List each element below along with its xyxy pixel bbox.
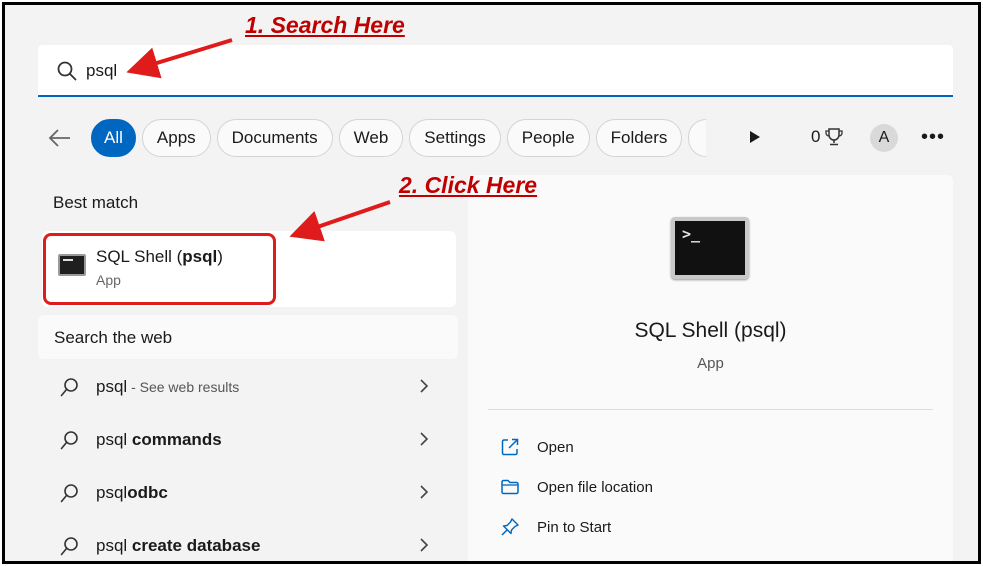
search-icon — [60, 537, 78, 556]
rewards-points[interactable]: 0 — [811, 127, 844, 147]
search-icon — [57, 61, 77, 81]
filter-people[interactable]: People — [506, 119, 590, 157]
search-bar[interactable] — [38, 45, 953, 97]
terminal-icon — [58, 254, 86, 276]
filter-bar: All Apps Documents Web Settings People F… — [45, 117, 712, 159]
search-window: All Apps Documents Web Settings People F… — [2, 2, 981, 564]
pin-to-start-action[interactable]: Pin to Start — [500, 515, 611, 539]
folder-icon — [501, 479, 519, 495]
web-result-item[interactable]: psql create database — [38, 520, 458, 561]
open-file-location-action[interactable]: Open file location — [500, 475, 653, 499]
search-input[interactable] — [86, 57, 386, 85]
divider — [488, 409, 933, 410]
filter-folders[interactable]: Folders — [595, 119, 683, 157]
chevron-right-icon — [420, 432, 429, 446]
best-match-heading: Best match — [53, 193, 139, 212]
filter-documents[interactable]: Documents — [216, 119, 333, 157]
chevron-right-icon — [420, 379, 429, 393]
annotation-step2: 2. Click Here — [399, 172, 538, 198]
detail-app-type: App — [697, 355, 724, 372]
filter-more-chip[interactable] — [688, 119, 707, 157]
filter-settings[interactable]: Settings — [409, 119, 501, 157]
open-action[interactable]: Open — [500, 435, 574, 459]
points-value: 0 — [811, 127, 821, 146]
results-list: Best match SQL Shell (psql) App Search t… — [38, 175, 458, 561]
web-result-item[interactable]: psql commands — [38, 414, 458, 466]
search-web-heading: Search the web — [38, 315, 458, 359]
more-icon[interactable]: ••• — [921, 126, 945, 149]
arrow-left-icon — [48, 129, 70, 147]
filter-apps[interactable]: Apps — [141, 119, 211, 157]
detail-panel: >_ SQL Shell (psql) App Open Open file l… — [468, 175, 953, 561]
web-result-item[interactable]: psqlodbc — [38, 467, 458, 519]
pin-icon — [501, 518, 519, 536]
filter-all[interactable]: All — [91, 119, 136, 157]
back-button[interactable] — [45, 123, 75, 153]
search-icon — [60, 378, 78, 397]
terminal-icon: >_ — [671, 217, 749, 279]
search-icon — [60, 431, 78, 450]
filter-web[interactable]: Web — [338, 119, 404, 157]
play-icon[interactable] — [749, 130, 761, 144]
detail-app-name: SQL Shell (psql) — [634, 319, 787, 342]
annotation-step1: 1. Search Here — [245, 12, 405, 38]
open-external-icon — [501, 438, 519, 456]
chevron-right-icon — [420, 485, 429, 499]
web-result-item[interactable]: psql - See web results — [38, 361, 458, 413]
search-icon — [60, 484, 78, 503]
best-match-name: SQL Shell (psql) — [96, 247, 223, 266]
trophy-icon — [825, 128, 844, 146]
avatar[interactable]: A — [870, 124, 898, 152]
best-match-type: App — [96, 272, 121, 288]
chevron-right-icon — [420, 538, 429, 552]
